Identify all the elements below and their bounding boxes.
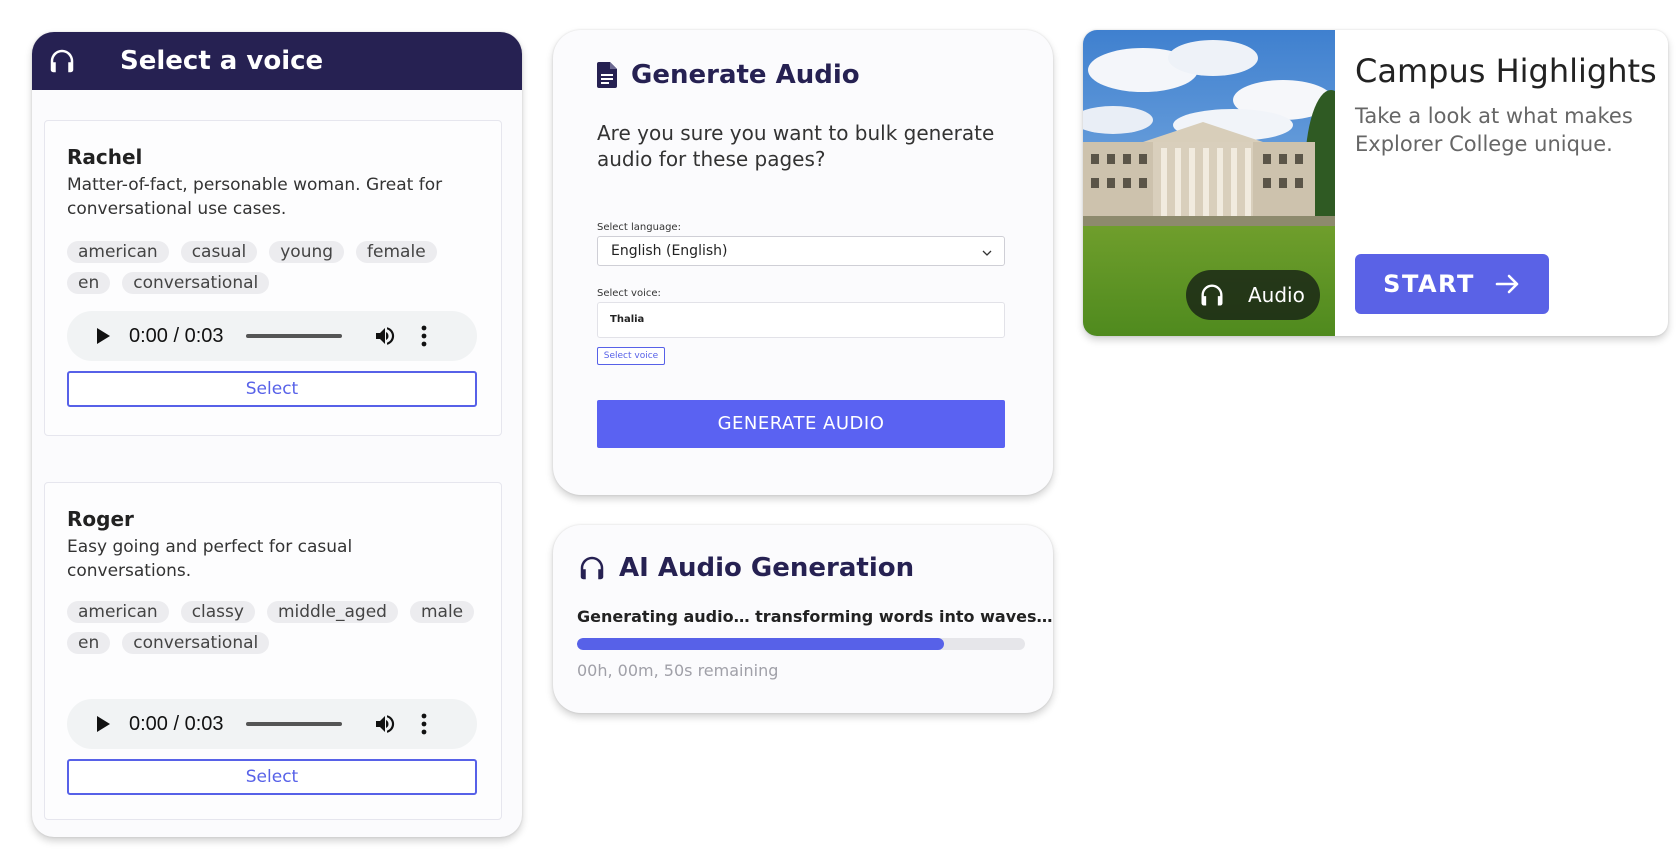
voice-tag: casual	[180, 241, 258, 263]
select-voice-button[interactable]: Select	[67, 371, 477, 407]
progress-fill	[577, 638, 945, 650]
campus-highlights-card: Audio Campus Highlights Take a look at w…	[1083, 30, 1668, 336]
generation-status: Generating audio… transforming words int…	[577, 607, 1053, 626]
language-select-value: English (English)	[611, 243, 728, 259]
campus-subtitle: Take a look at what makes Explorer Colle…	[1355, 104, 1633, 156]
seek-bar[interactable]	[245, 334, 342, 338]
audio-badge-label: Audio	[1248, 283, 1305, 307]
play-icon[interactable]	[95, 327, 111, 345]
generate-audio-header: Generate Audio	[597, 60, 860, 90]
player-time: 0:00 / 0:03	[129, 712, 224, 735]
voice-tag: en	[67, 272, 111, 294]
voice-name: Roger	[67, 507, 134, 531]
chevron-down-icon	[982, 246, 992, 256]
voice-tag: female	[356, 241, 437, 263]
campus-title: Campus Highlights	[1355, 52, 1657, 90]
more-options-icon[interactable]	[420, 323, 428, 349]
ai-audio-generation-card: AI Audio Generation Generating audio… tr…	[553, 525, 1053, 713]
headphones-icon	[577, 553, 607, 583]
voice-name: Rachel	[67, 145, 143, 169]
ai-audio-title: AI Audio Generation	[619, 553, 915, 583]
voice-field[interactable]: Thalia	[597, 302, 1005, 338]
voice-panel-header: Select a voice	[32, 32, 522, 90]
voice-tag: conversational	[122, 272, 270, 294]
seek-bar[interactable]	[245, 722, 342, 726]
arrow-right-icon	[1495, 273, 1521, 295]
start-button[interactable]: START	[1355, 254, 1549, 314]
generate-audio-title: Generate Audio	[631, 60, 860, 90]
voice-tag: american	[67, 241, 169, 263]
confirm-question: Are you sure you want to bulk generate a…	[597, 121, 995, 171]
voice-description: Matter-of-fact, personable woman. Great …	[67, 175, 443, 219]
voice-card-roger: Roger Easy going and perfect for casual …	[44, 482, 502, 820]
voice-card-rachel: Rachel Matter-of-fact, personable woman.…	[44, 120, 502, 436]
voice-tags: american classy middle_aged male en conv…	[67, 601, 487, 654]
voice-tag: young	[269, 241, 345, 263]
start-button-label: START	[1383, 270, 1475, 298]
generate-audio-card: Generate Audio Are you sure you want to …	[553, 30, 1053, 495]
headphones-icon	[46, 45, 78, 77]
time-remaining: 00h, 00m, 50s remaining	[577, 661, 779, 680]
headphones-icon	[1198, 281, 1226, 309]
voice-tags: american casual young female en conversa…	[67, 241, 487, 294]
language-label: Select language:	[597, 222, 681, 233]
voice-selection-panel: Select a voice Rachel Matter-of-fact, pe…	[32, 32, 522, 837]
audio-player: 0:00 / 0:03	[67, 311, 477, 361]
ai-audio-header: AI Audio Generation	[577, 553, 914, 583]
player-time: 0:00 / 0:03	[129, 324, 224, 347]
document-icon	[597, 62, 617, 88]
voice-label: Select voice:	[597, 288, 661, 299]
progress-bar	[577, 638, 1025, 650]
select-voice-button[interactable]: Select	[67, 759, 477, 795]
voice-tag: middle_aged	[266, 601, 398, 623]
more-options-icon[interactable]	[420, 711, 428, 737]
voice-tag: american	[67, 601, 169, 623]
voice-tag: male	[409, 601, 475, 623]
play-icon[interactable]	[95, 715, 111, 733]
voice-tag: conversational	[122, 632, 270, 654]
generate-audio-button[interactable]: GENERATE AUDIO	[597, 400, 1005, 448]
audio-player: 0:00 / 0:03	[67, 699, 477, 749]
voice-panel-title: Select a voice	[120, 46, 324, 76]
volume-icon[interactable]	[372, 323, 398, 349]
volume-icon[interactable]	[372, 711, 398, 737]
language-select[interactable]: English (English)	[597, 236, 1005, 266]
voice-description: Easy going and perfect for casual conver…	[67, 537, 353, 581]
select-voice-small-button[interactable]: Select voice	[597, 347, 665, 365]
audio-badge[interactable]: Audio	[1186, 270, 1320, 320]
voice-tag: en	[67, 632, 111, 654]
voice-tag: classy	[180, 601, 255, 623]
